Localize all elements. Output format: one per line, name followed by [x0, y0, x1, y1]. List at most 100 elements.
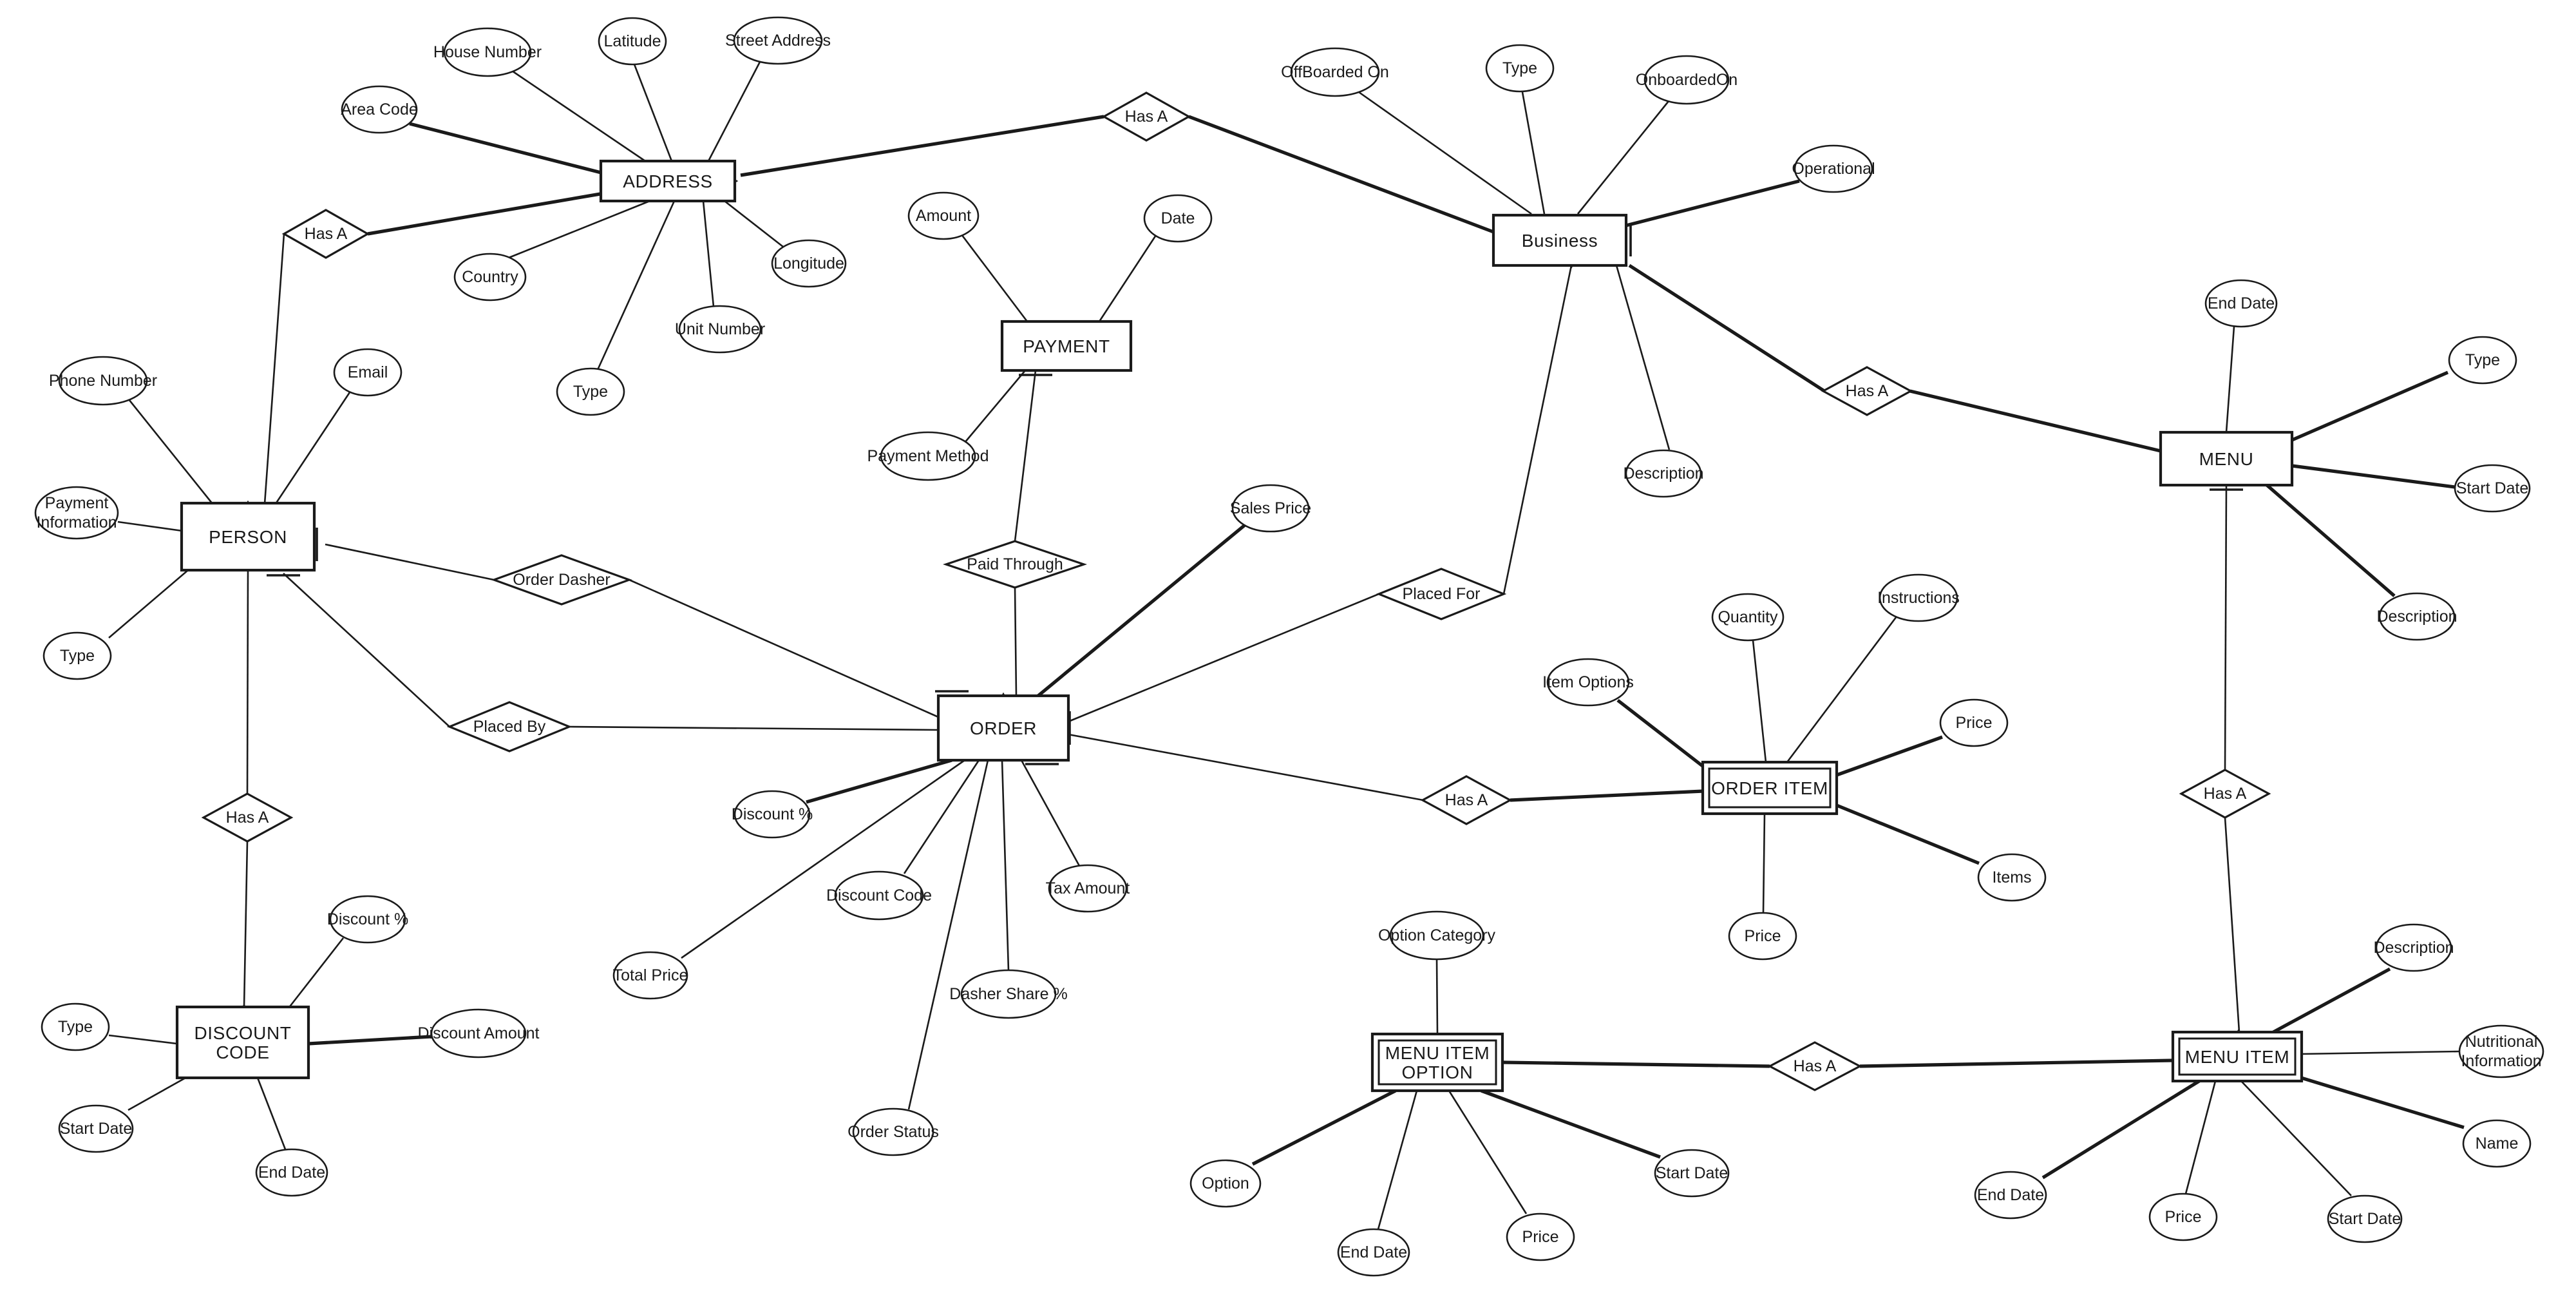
- attribute-attr_dc_discount_pct[interactable]: Discount %: [327, 895, 408, 944]
- attribute-attr_discount_pct_order[interactable]: Discount %: [732, 790, 813, 839]
- attribute-attr_discount_amount[interactable]: Discount Amount: [418, 1008, 540, 1058]
- attribute-label: Amount: [916, 207, 971, 225]
- attribute-attr_instructions[interactable]: Instructions: [1877, 573, 1960, 622]
- entity-address[interactable]: ADDRESS: [599, 159, 737, 203]
- attribute-attr_payment_method[interactable]: Payment Method: [867, 431, 989, 481]
- attribute-attr_tax_amount[interactable]: Tax Amount: [1046, 864, 1130, 913]
- attribute-attr_mio_price[interactable]: Price: [1506, 1212, 1575, 1261]
- connector-address-to-addr-type: [596, 200, 676, 370]
- relationship-rel_order_orderitem[interactable]: Has A: [1420, 775, 1513, 825]
- relationship-rel_addr_business[interactable]: Has A: [1101, 91, 1191, 142]
- connector-dc-to-discountpct: [285, 937, 345, 1012]
- attribute-attr_item_options[interactable]: Item Options: [1542, 658, 1634, 707]
- attribute-attr_order_status[interactable]: Order Status: [848, 1107, 939, 1156]
- attribute-attr_menu_description[interactable]: Description: [2376, 592, 2458, 641]
- attribute-attr_onboarded_on[interactable]: OnboardedOn: [1636, 55, 1738, 105]
- attribute-attr_mi_start_date[interactable]: Start Date: [2327, 1194, 2403, 1243]
- cardinality-layer: [229, 166, 2254, 1078]
- attribute-attr_email[interactable]: Email: [333, 348, 402, 397]
- attribute-attr_nutritional_information[interactable]: Nutritional Information: [2458, 1024, 2544, 1078]
- attribute-attr_offboarded_on[interactable]: OffBoarded On: [1281, 47, 1389, 97]
- attribute-attr_mio_end_date[interactable]: End Date: [1337, 1228, 1410, 1277]
- attribute-attr_name[interactable]: Name: [2462, 1119, 2532, 1168]
- attribute-label: OffBoarded On: [1281, 63, 1389, 81]
- attribute-attr_oi_price_right[interactable]: Price: [1939, 698, 2009, 747]
- attribute-attr_option[interactable]: Option: [1189, 1159, 1262, 1208]
- attribute-attr_street_address[interactable]: Street Address: [725, 16, 831, 65]
- attribute-label: Type: [573, 383, 608, 401]
- attribute-attr_operational[interactable]: Operational: [1792, 144, 1875, 193]
- relationship-rel_menu_menuitem[interactable]: Has A: [2179, 769, 2271, 819]
- connector-menu-enddate-to-menu: [2225, 326, 2235, 433]
- attribute-label: Start Date: [1656, 1164, 1728, 1182]
- entity-person[interactable]: PERSON: [180, 501, 316, 572]
- attribute-attr_dasher_share[interactable]: Dasher Share %: [949, 969, 1068, 1019]
- attribute-attr_menu_start_date[interactable]: Start Date: [2454, 464, 2531, 513]
- attribute-label: Sales Price: [1230, 499, 1311, 517]
- connector-onboarded-to-business: [1577, 101, 1670, 215]
- connector-hasA-orderitem-to-orderitem: [1510, 789, 1704, 802]
- connector-paidthrough-to-order: [1014, 587, 1018, 696]
- connector-order-to-discountpct: [806, 758, 952, 804]
- entity-menu_item_option[interactable]: MENU ITEM OPTION: [1370, 1032, 1504, 1093]
- attribute-attr_items[interactable]: Items: [1977, 853, 2047, 902]
- attribute-attr_dc_type[interactable]: Type: [41, 1002, 110, 1051]
- relationship-rel_mio_menuitem[interactable]: Has A: [1767, 1041, 1862, 1091]
- connector-business-to-description: [1615, 265, 1671, 450]
- attribute-attr_mio_start_date[interactable]: Start Date: [1654, 1149, 1730, 1198]
- attribute-attr_discount_code_order[interactable]: Discount Code: [826, 870, 932, 921]
- attribute-attr_payment_information[interactable]: Payment Information: [34, 486, 119, 540]
- relationship-rel_order_dasher[interactable]: Order Dasher: [491, 554, 632, 606]
- attribute-attr_mi_price[interactable]: Price: [2148, 1192, 2218, 1241]
- attribute-attr_total_price[interactable]: Total Price: [613, 951, 688, 1000]
- attribute-attr_mi_end_date[interactable]: End Date: [1974, 1171, 2047, 1220]
- relationship-rel_business_menu[interactable]: Has A: [1821, 366, 1913, 416]
- entity-discount_code[interactable]: DISCOUNT CODE: [175, 1005, 310, 1080]
- attribute-attr_date[interactable]: Date: [1143, 194, 1213, 243]
- connector-address-to-longitude: [724, 200, 784, 248]
- connector-operational-to-business: [1625, 179, 1800, 227]
- connector-email-to-person: [274, 390, 352, 504]
- attribute-attr_latitude[interactable]: Latitude: [598, 17, 667, 66]
- attribute-attr_area_code[interactable]: Area Code: [341, 85, 418, 134]
- attribute-attr_menu_end_date[interactable]: End Date: [2204, 279, 2278, 328]
- attribute-attr_phone_number[interactable]: Phone Number: [49, 356, 157, 406]
- relationship-rel_person_discount[interactable]: Has A: [201, 792, 294, 843]
- attribute-attr_house_number[interactable]: House Number: [433, 27, 542, 77]
- connector-menu-to-startdate: [2291, 464, 2456, 489]
- connector-order-to-dashershare: [1001, 760, 1010, 972]
- attribute-label: Price: [1745, 927, 1781, 945]
- entity-order_item[interactable]: ORDER ITEM: [1701, 760, 1839, 816]
- attribute-attr_longitude[interactable]: Longitude: [771, 239, 847, 288]
- attribute-attr_dc_start_date[interactable]: Start Date: [58, 1104, 134, 1153]
- entity-menu_item[interactable]: MENU ITEM: [2171, 1030, 2304, 1083]
- attribute-attr_person_type[interactable]: Type: [43, 631, 112, 680]
- connector-person-to-hasA-discount: [246, 570, 249, 794]
- connector-business-to-hasA-menu: [1628, 263, 1826, 393]
- attribute-attr_mi_description[interactable]: Description: [2373, 923, 2454, 972]
- relationship-rel_paid_through[interactable]: Paid Through: [942, 540, 1088, 589]
- attribute-attr_amount[interactable]: Amount: [907, 191, 980, 240]
- attribute-attr_addr_type[interactable]: Type: [556, 367, 625, 416]
- entity-payment[interactable]: PAYMENT: [1000, 320, 1133, 372]
- attribute-label: End Date: [1977, 1186, 2044, 1204]
- attribute-attr_menu_type[interactable]: Type: [2448, 336, 2517, 385]
- entity-menu[interactable]: MENU: [2159, 430, 2294, 487]
- attribute-attr_sales_price[interactable]: Sales Price: [1230, 484, 1311, 533]
- connector-dc-to-discountamount: [308, 1035, 432, 1046]
- relationship-rel_placed_for[interactable]: Placed For: [1376, 568, 1507, 620]
- entity-label: ADDRESS: [623, 171, 713, 191]
- attribute-attr_oi_price_bottom[interactable]: Price: [1728, 912, 1797, 961]
- entity-business[interactable]: Business: [1492, 213, 1628, 267]
- attribute-attr_biz_type[interactable]: Type: [1485, 44, 1555, 93]
- attribute-attr_unit_number[interactable]: Unit Number: [675, 305, 765, 354]
- relationship-rel_person_addr[interactable]: Has A: [281, 209, 370, 259]
- attribute-attr_option_category[interactable]: Option Category: [1378, 910, 1496, 961]
- relationship-rel_placed_by[interactable]: Placed By: [446, 701, 573, 752]
- attribute-attr_biz_description[interactable]: Description: [1623, 449, 1704, 498]
- attribute-attr_quantity[interactable]: Quantity: [1711, 593, 1785, 642]
- attribute-attr_country[interactable]: Country: [453, 253, 527, 302]
- attribute-label: Unit Number: [675, 320, 765, 338]
- entity-order[interactable]: ORDER: [936, 694, 1070, 762]
- attribute-attr_dc_end_date[interactable]: End Date: [255, 1148, 328, 1197]
